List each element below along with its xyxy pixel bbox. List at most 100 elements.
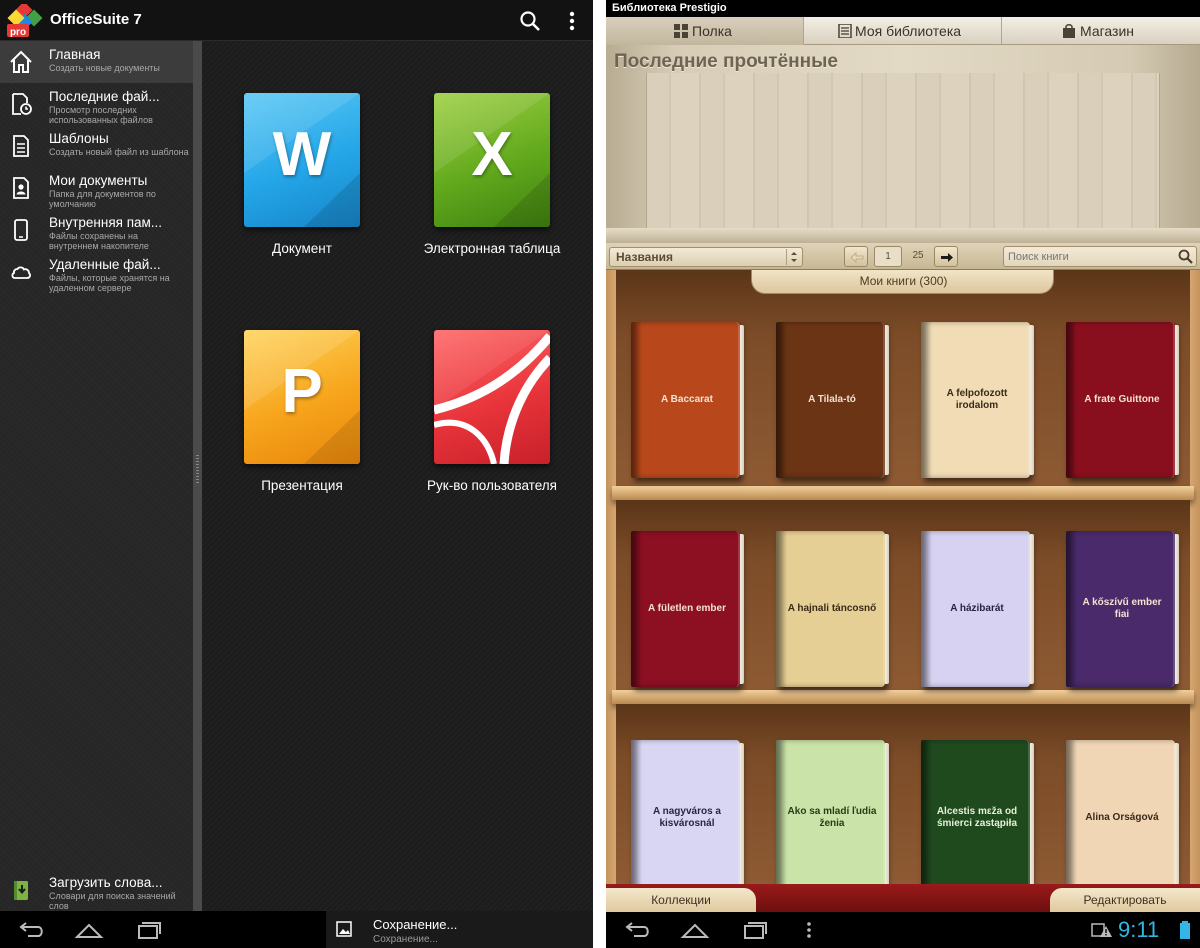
tile-letter: X <box>471 120 513 189</box>
book-title: A nagyváros a kisvárosnál <box>653 806 721 829</box>
book-cover[interactable]: A házibarát <box>921 531 1034 687</box>
book-cover[interactable]: Alina Orságová <box>1066 740 1179 896</box>
drawer-item-subtitle: Словари для поиска значений слов <box>49 891 176 911</box>
prestigio-screen: Библиотека Prestigio Полка Моя библиотек… <box>606 0 1200 948</box>
tile-letter: P <box>281 357 323 426</box>
book-cover[interactable]: A Tilala-tó <box>776 322 889 478</box>
officesuite-screen: pro OfficeSuite 7 Главная Создать новые … <box>0 0 593 948</box>
book-cover[interactable]: Ako sa mladí ľudia ženia <box>776 740 889 896</box>
collections-button[interactable]: Коллекции <box>606 888 756 912</box>
notification-title: Сохранение... <box>373 917 458 932</box>
battery-icon <box>1178 917 1192 943</box>
recent-shelf-backdrop <box>646 73 1160 228</box>
word-document-icon: W <box>244 93 360 227</box>
book-title: A frate Guittone <box>1084 394 1160 405</box>
user-guide-tile[interactable]: Рук-во пользователя <box>427 330 557 493</box>
book-cover[interactable]: A frate Guittone <box>1066 322 1179 478</box>
system-navigation-bar: 9:11 <box>606 912 1200 948</box>
overflow-menu-icon[interactable] <box>560 9 584 33</box>
book-search-input[interactable] <box>1008 248 1168 265</box>
app-title: OfficeSuite 7 <box>50 11 142 28</box>
download-dictionary-icon <box>8 877 34 903</box>
book-title: Alcestis mεža od śmierci zastąpiła <box>936 806 1018 829</box>
current-page-field[interactable]: 1 <box>874 246 902 267</box>
drawer-item-remote-files[interactable]: Удаленные фай... Файлы, которые хранятся… <box>0 251 193 293</box>
home-nav-icon[interactable] <box>678 917 712 943</box>
book-cover[interactable]: A hajnali táncosnő <box>776 531 889 687</box>
book-title: A házibarát <box>950 603 1004 614</box>
sort-dropdown[interactable]: Названия <box>609 247 803 267</box>
library-toolbar: Названия 1 25 <box>606 243 1200 270</box>
edit-label: Редактировать <box>1083 893 1167 907</box>
tab-label: Магазин <box>1080 23 1135 39</box>
recent-apps-icon[interactable] <box>132 917 166 943</box>
book-cover[interactable]: Alcestis mεža od śmierci zastąpiła <box>921 740 1034 896</box>
book-search-box <box>1003 246 1197 267</box>
drawer-item-recent[interactable]: Последние фай... Просмотр последних испо… <box>0 83 193 125</box>
drawer-item-download-dictionaries[interactable]: Загрузить слова... Словари для поиска зн… <box>0 869 193 911</box>
tab-my-library[interactable]: Моя библиотека <box>804 17 1002 45</box>
next-page-button[interactable] <box>934 246 958 267</box>
tile-label: Презентация <box>261 478 343 493</box>
drawer-item-title: Главная <box>49 47 101 62</box>
template-icon <box>8 133 34 159</box>
drawer-item-subtitle: Файлы сохранены на внутреннем накопителе <box>49 231 149 251</box>
new-document-panel: W Документ X Электронная таблица P Презе… <box>202 41 593 911</box>
drawer-item-home[interactable]: Главная Создать новые документы <box>0 41 193 83</box>
book-cover[interactable]: A nagyváros a kisvárosnál <box>631 740 744 896</box>
tile-letter: W <box>272 120 332 189</box>
back-icon[interactable] <box>620 917 654 943</box>
image-icon <box>336 921 352 937</box>
device-icon <box>8 217 34 243</box>
home-nav-icon[interactable] <box>72 917 106 943</box>
tab-store[interactable]: Магазин <box>1002 17 1200 45</box>
book-title: A Baccarat <box>661 394 713 405</box>
tab-shelf[interactable]: Полка <box>606 17 804 45</box>
arrow-left-icon <box>850 252 864 263</box>
new-spreadsheet-tile[interactable]: X Электронная таблица <box>424 93 560 256</box>
menu-icon[interactable] <box>802 917 816 943</box>
new-document-tile[interactable]: W Документ <box>244 93 360 256</box>
book-cover[interactable]: A felpofozott irodalom <box>921 322 1034 478</box>
my-documents-icon <box>8 175 34 201</box>
notification-warning-icon[interactable] <box>1090 917 1114 943</box>
bookshelf: Мои книги (300) A Baccarat A Tilala-tó A… <box>606 270 1200 912</box>
tab-bar: Полка Моя библиотека Магазин <box>606 17 1200 45</box>
shelf-board <box>612 486 1194 500</box>
my-books-banner: Мои книги (300) <box>751 270 1054 294</box>
drawer-item-internal-storage[interactable]: Внутренняя пам... Файлы сохранены на вну… <box>0 209 193 251</box>
drawer-item-subtitle: Создать новый файл из шаблона <box>49 147 189 157</box>
drawer-item-my-documents[interactable]: Мои документы Папка для документов по ум… <box>0 167 193 209</box>
dropdown-arrows-icon <box>786 249 800 265</box>
book-title: Ako sa mladí ľudia ženia <box>787 806 877 829</box>
drawer-item-title: Загрузить слова... <box>49 875 163 890</box>
back-icon[interactable] <box>14 917 48 943</box>
book-cover[interactable]: A fületlen ember <box>631 531 744 687</box>
search-icon[interactable] <box>518 9 542 33</box>
drawer-item-title: Внутренняя пам... <box>49 215 163 230</box>
book-cover[interactable]: A kőszívű ember fiai <box>1066 531 1179 687</box>
drawer-item-templates[interactable]: Шаблоны Создать новый файл из шаблона <box>0 125 193 167</box>
saving-notification[interactable]: Сохранение... Сохранение... <box>326 911 593 948</box>
tab-label: Полка <box>692 23 732 39</box>
drawer-item-subtitle: Просмотр последних использованных файлов <box>49 105 153 125</box>
shopping-bag-icon <box>1062 24 1076 38</box>
recent-files-icon <box>8 91 34 117</box>
drawer-item-subtitle: Файлы, которые хранятся на удаленном сер… <box>49 273 170 293</box>
edit-button[interactable]: Редактировать <box>1050 888 1200 912</box>
collections-label: Коллекции <box>651 893 711 907</box>
new-presentation-tile[interactable]: P Презентация <box>244 330 360 493</box>
page-count: 25 <box>912 250 924 261</box>
book-cover[interactable]: A Baccarat <box>631 322 744 478</box>
previous-page-button[interactable] <box>844 246 868 267</box>
recent-apps-icon[interactable] <box>738 917 772 943</box>
logo-badge-text: pro <box>10 27 26 38</box>
search-icon[interactable] <box>1177 248 1194 265</box>
recent-shelf-board <box>606 228 1200 243</box>
tab-label: Моя библиотека <box>855 23 962 39</box>
officesuite-logo-icon[interactable]: pro <box>6 1 44 38</box>
book-list-icon <box>838 23 852 39</box>
sort-selected-value: Названия <box>616 250 673 264</box>
book-title: A Tilala-tó <box>808 394 856 405</box>
tile-label: Документ <box>272 241 332 256</box>
